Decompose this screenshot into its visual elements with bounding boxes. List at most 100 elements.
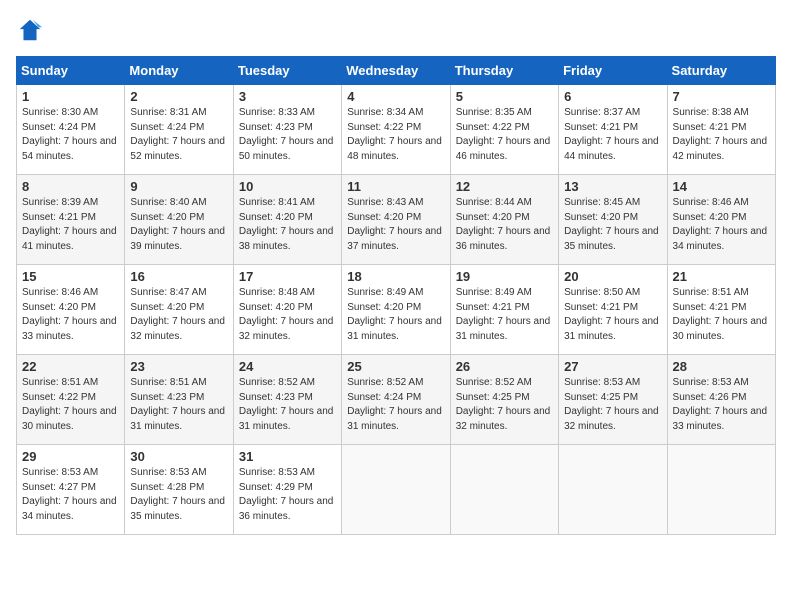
- day-cell: 20 Sunrise: 8:50 AMSunset: 4:21 PMDayligh…: [559, 265, 667, 355]
- day-cell: 10 Sunrise: 8:41 AMSunset: 4:20 PMDayligh…: [233, 175, 341, 265]
- day-cell: 24 Sunrise: 8:52 AMSunset: 4:23 PMDayligh…: [233, 355, 341, 445]
- day-number: 15: [22, 269, 119, 284]
- day-cell: 3 Sunrise: 8:33 AMSunset: 4:23 PMDaylight…: [233, 85, 341, 175]
- day-cell: 21 Sunrise: 8:51 AMSunset: 4:21 PMDayligh…: [667, 265, 775, 355]
- day-number: 18: [347, 269, 444, 284]
- day-info: Sunrise: 8:39 AMSunset: 4:21 PMDaylight:…: [22, 196, 119, 254]
- day-number: 12: [456, 179, 553, 194]
- week-row-3: 22 Sunrise: 8:51 AMSunset: 4:22 PMDayligh…: [17, 355, 776, 445]
- day-info: Sunrise: 8:44 AMSunset: 4:20 PMDaylight:…: [456, 196, 553, 254]
- day-number: 10: [239, 179, 336, 194]
- day-number: 13: [564, 179, 661, 194]
- day-cell: 14 Sunrise: 8:46 AMSunset: 4:20 PMDayligh…: [667, 175, 775, 265]
- day-cell: 2 Sunrise: 8:31 AMSunset: 4:24 PMDaylight…: [125, 85, 233, 175]
- header-saturday: Saturday: [667, 57, 775, 85]
- day-info: Sunrise: 8:40 AMSunset: 4:20 PMDaylight:…: [130, 196, 227, 254]
- day-info: Sunrise: 8:50 AMSunset: 4:21 PMDaylight:…: [564, 286, 661, 344]
- day-cell: 8 Sunrise: 8:39 AMSunset: 4:21 PMDaylight…: [17, 175, 125, 265]
- day-info: Sunrise: 8:52 AMSunset: 4:24 PMDaylight:…: [347, 376, 444, 434]
- day-cell: 9 Sunrise: 8:40 AMSunset: 4:20 PMDaylight…: [125, 175, 233, 265]
- day-number: 1: [22, 89, 119, 104]
- day-cell: 13 Sunrise: 8:45 AMSunset: 4:20 PMDayligh…: [559, 175, 667, 265]
- day-info: Sunrise: 8:53 AMSunset: 4:29 PMDaylight:…: [239, 466, 336, 524]
- day-cell: 22 Sunrise: 8:51 AMSunset: 4:22 PMDayligh…: [17, 355, 125, 445]
- day-cell: [342, 445, 450, 535]
- day-number: 3: [239, 89, 336, 104]
- day-number: 14: [673, 179, 770, 194]
- day-cell: [559, 445, 667, 535]
- day-info: Sunrise: 8:31 AMSunset: 4:24 PMDaylight:…: [130, 106, 227, 164]
- day-cell: 5 Sunrise: 8:35 AMSunset: 4:22 PMDaylight…: [450, 85, 558, 175]
- day-number: 11: [347, 179, 444, 194]
- week-row-1: 8 Sunrise: 8:39 AMSunset: 4:21 PMDaylight…: [17, 175, 776, 265]
- day-cell: 16 Sunrise: 8:47 AMSunset: 4:20 PMDayligh…: [125, 265, 233, 355]
- day-info: Sunrise: 8:49 AMSunset: 4:21 PMDaylight:…: [456, 286, 553, 344]
- day-number: 19: [456, 269, 553, 284]
- day-cell: 26 Sunrise: 8:52 AMSunset: 4:25 PMDayligh…: [450, 355, 558, 445]
- day-number: 7: [673, 89, 770, 104]
- day-cell: 23Sunrise: 8:51 AMSunset: 4:23 PMDayligh…: [125, 355, 233, 445]
- day-info: Sunrise: 8:52 AMSunset: 4:25 PMDaylight:…: [456, 376, 553, 434]
- day-cell: 7 Sunrise: 8:38 AMSunset: 4:21 PMDaylight…: [667, 85, 775, 175]
- day-number: 24: [239, 359, 336, 374]
- calendar-table: SundayMondayTuesdayWednesdayThursdayFrid…: [16, 56, 776, 535]
- day-cell: 17 Sunrise: 8:48 AMSunset: 4:20 PMDayligh…: [233, 265, 341, 355]
- header-row: SundayMondayTuesdayWednesdayThursdayFrid…: [17, 57, 776, 85]
- day-number: 17: [239, 269, 336, 284]
- day-number: 2: [130, 89, 227, 104]
- day-info: Sunrise: 8:51 AMSunset: 4:22 PMDaylight:…: [22, 376, 119, 434]
- day-number: 21: [673, 269, 770, 284]
- header-monday: Monday: [125, 57, 233, 85]
- day-cell: 27 Sunrise: 8:53 AMSunset: 4:25 PMDayligh…: [559, 355, 667, 445]
- day-cell: 19 Sunrise: 8:49 AMSunset: 4:21 PMDayligh…: [450, 265, 558, 355]
- day-number: 23: [130, 359, 227, 374]
- day-info: Sunrise: 8:53 AMSunset: 4:25 PMDaylight:…: [564, 376, 661, 434]
- day-number: 29: [22, 449, 119, 464]
- day-cell: 4Sunrise: 8:34 AMSunset: 4:22 PMDaylight…: [342, 85, 450, 175]
- day-number: 26: [456, 359, 553, 374]
- day-number: 27: [564, 359, 661, 374]
- day-cell: [450, 445, 558, 535]
- day-number: 20: [564, 269, 661, 284]
- day-number: 22: [22, 359, 119, 374]
- day-cell: 1 Sunrise: 8:30 AMSunset: 4:24 PMDaylight…: [17, 85, 125, 175]
- week-row-4: 29 Sunrise: 8:53 AMSunset: 4:27 PMDayligh…: [17, 445, 776, 535]
- day-info: Sunrise: 8:53 AMSunset: 4:27 PMDaylight:…: [22, 466, 119, 524]
- header-friday: Friday: [559, 57, 667, 85]
- day-info: Sunrise: 8:53 AMSunset: 4:28 PMDaylight:…: [130, 466, 227, 524]
- day-info: Sunrise: 8:35 AMSunset: 4:22 PMDaylight:…: [456, 106, 553, 164]
- page-header: [16, 16, 776, 44]
- day-number: 4: [347, 89, 444, 104]
- day-info: Sunrise: 8:30 AMSunset: 4:24 PMDaylight:…: [22, 106, 119, 164]
- day-info: Sunrise: 8:46 AMSunset: 4:20 PMDaylight:…: [22, 286, 119, 344]
- day-info: Sunrise: 8:45 AMSunset: 4:20 PMDaylight:…: [564, 196, 661, 254]
- logo: [16, 16, 48, 44]
- day-info: Sunrise: 8:53 AMSunset: 4:26 PMDaylight:…: [673, 376, 770, 434]
- day-info: Sunrise: 8:37 AMSunset: 4:21 PMDaylight:…: [564, 106, 661, 164]
- day-number: 6: [564, 89, 661, 104]
- day-cell: 15 Sunrise: 8:46 AMSunset: 4:20 PMDayligh…: [17, 265, 125, 355]
- day-cell: 12 Sunrise: 8:44 AMSunset: 4:20 PMDayligh…: [450, 175, 558, 265]
- day-info: Sunrise: 8:43 AMSunset: 4:20 PMDaylight:…: [347, 196, 444, 254]
- day-number: 8: [22, 179, 119, 194]
- header-sunday: Sunday: [17, 57, 125, 85]
- day-info: Sunrise: 8:41 AMSunset: 4:20 PMDaylight:…: [239, 196, 336, 254]
- day-info: Sunrise: 8:51 AMSunset: 4:21 PMDaylight:…: [673, 286, 770, 344]
- day-cell: 6 Sunrise: 8:37 AMSunset: 4:21 PMDaylight…: [559, 85, 667, 175]
- logo-icon: [16, 16, 44, 44]
- day-info: Sunrise: 8:33 AMSunset: 4:23 PMDaylight:…: [239, 106, 336, 164]
- day-number: 31: [239, 449, 336, 464]
- day-number: 9: [130, 179, 227, 194]
- day-info: Sunrise: 8:49 AMSunset: 4:20 PMDaylight:…: [347, 286, 444, 344]
- day-info: Sunrise: 8:52 AMSunset: 4:23 PMDaylight:…: [239, 376, 336, 434]
- day-number: 25: [347, 359, 444, 374]
- day-info: Sunrise: 8:47 AMSunset: 4:20 PMDaylight:…: [130, 286, 227, 344]
- day-number: 5: [456, 89, 553, 104]
- day-info: Sunrise: 8:48 AMSunset: 4:20 PMDaylight:…: [239, 286, 336, 344]
- day-number: 30: [130, 449, 227, 464]
- day-info: Sunrise: 8:46 AMSunset: 4:20 PMDaylight:…: [673, 196, 770, 254]
- day-info: Sunrise: 8:38 AMSunset: 4:21 PMDaylight:…: [673, 106, 770, 164]
- header-thursday: Thursday: [450, 57, 558, 85]
- day-cell: 25 Sunrise: 8:52 AMSunset: 4:24 PMDayligh…: [342, 355, 450, 445]
- day-number: 16: [130, 269, 227, 284]
